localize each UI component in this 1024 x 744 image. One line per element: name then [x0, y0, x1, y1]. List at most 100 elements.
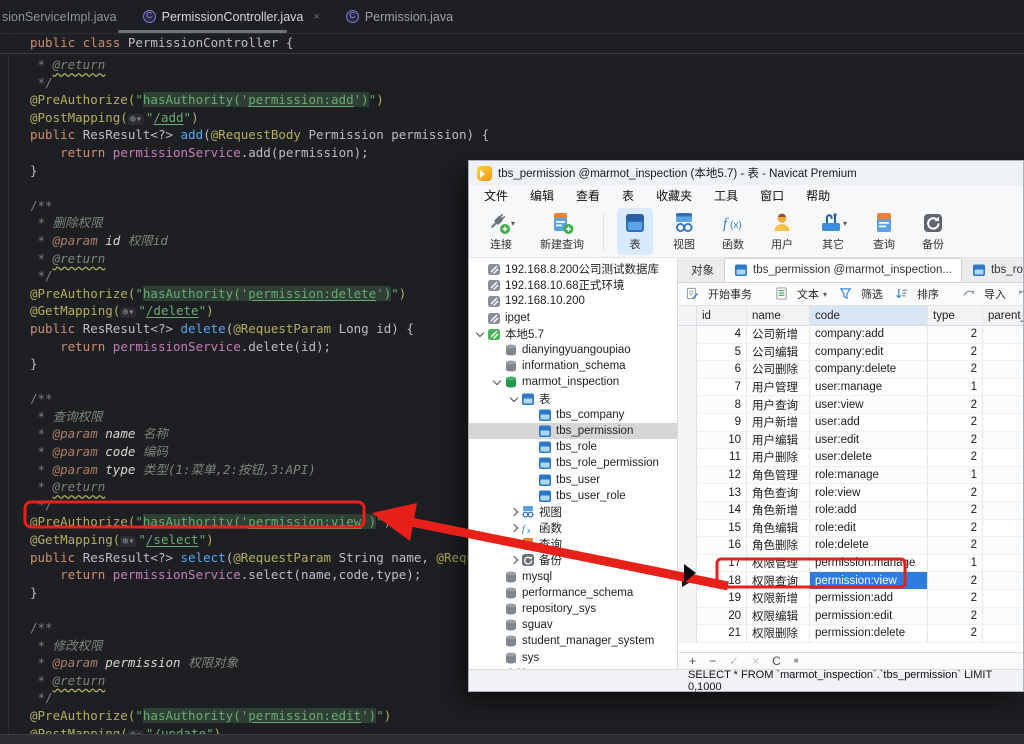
grid-cell[interactable]: 15 [697, 519, 747, 537]
chevron-right-icon[interactable] [509, 523, 519, 533]
code-link[interactable]: permission:delete [248, 285, 377, 301]
grid-cell[interactable]: 2 [928, 501, 983, 519]
toolbar-query-new[interactable]: 新建查询 [534, 208, 590, 255]
grid-cell[interactable]: 角色编辑 [747, 519, 810, 537]
table-row[interactable]: 12 角色管理 role:manage 1 [678, 466, 1023, 485]
ide-tab[interactable]: C Permission.java [333, 0, 466, 33]
grid-cell[interactable]: 12 [697, 466, 747, 484]
grid-cell[interactable]: 公司编辑 [747, 343, 810, 361]
ide-tab[interactable]: sionServiceImpl.java [0, 0, 130, 33]
grid-cell[interactable]: 18 [697, 572, 747, 589]
delete-record-icon[interactable]: − [709, 655, 716, 667]
menu-文件[interactable]: 文件 [473, 187, 519, 204]
grid-cell[interactable]: 用户新增 [747, 413, 810, 431]
grid-cell[interactable]: 角色查询 [747, 484, 810, 501]
tree-item-sys[interactable]: sys [469, 650, 677, 666]
tree-item-sguav[interactable]: sguav [469, 617, 677, 633]
grid-cell[interactable]: 用户管理 [747, 378, 810, 396]
tree-item-本地5.7[interactable]: 本地5.7 [469, 326, 677, 342]
toolbar-query[interactable]: 查询 [866, 208, 902, 255]
grid-cell[interactable]: permission:add [810, 589, 928, 607]
grid-cell[interactable]: 用户编辑 [747, 431, 810, 449]
grid-cell[interactable] [983, 520, 1023, 537]
tree-item-查询[interactable]: 查询 [469, 536, 677, 552]
close-icon[interactable]: × [313, 11, 319, 23]
table-row[interactable]: 15 角色编辑 role:edit 2 [678, 519, 1023, 538]
code-link[interactable]: /add [153, 110, 183, 125]
row-gutter[interactable] [678, 607, 697, 625]
grid-cell[interactable] [983, 326, 1023, 343]
grid-cell[interactable]: user:edit [810, 431, 928, 449]
menu-收藏夹[interactable]: 收藏夹 [645, 187, 703, 204]
grid-cell[interactable]: 11 [697, 449, 747, 466]
grid-cell[interactable] [983, 625, 1023, 642]
grid-cell[interactable]: 用户查询 [747, 396, 810, 413]
tree-item-tbs_company[interactable]: tbs_company [469, 407, 677, 423]
tree-item-information_schema[interactable]: information_schema [469, 358, 677, 374]
table-row[interactable]: 6 公司删除 company:delete 2 [678, 361, 1023, 379]
column-header-type[interactable]: type [928, 306, 983, 325]
grid-cell[interactable]: company:add [810, 326, 928, 343]
gridbar-text-doc[interactable]: 文本 ▾ [774, 286, 827, 302]
grid-cell[interactable]: 用户删除 [747, 449, 810, 466]
grid-cell[interactable] [983, 484, 1023, 501]
ide-tab[interactable]: C PermissionController.java × [130, 0, 333, 33]
row-gutter[interactable] [678, 554, 697, 572]
tab-scrollbar[interactable] [118, 30, 287, 33]
grid-cell[interactable]: user:manage [810, 378, 928, 396]
row-gutter[interactable] [678, 431, 697, 449]
grid-cell[interactable] [983, 449, 1023, 466]
tree-item-视图[interactable]: 视图 [469, 504, 677, 520]
navicat-title-bar[interactable]: tbs_permission @marmot_inspection (本地5.7… [469, 161, 1023, 185]
grid-cell[interactable]: 8 [697, 396, 747, 413]
tree-item-tbs_permission[interactable]: tbs_permission [469, 422, 677, 440]
row-gutter[interactable] [678, 466, 697, 484]
table-row[interactable]: 7 用户管理 user:manage 1 [678, 378, 1023, 397]
row-gutter[interactable] [678, 378, 697, 396]
grid-cell[interactable]: 1 [928, 466, 983, 484]
tree-item-192.168.8.200公司测试数据库[interactable]: 192.168.8.200公司测试数据库 [469, 261, 677, 277]
grid-cell[interactable]: 2 [928, 625, 983, 642]
table-row[interactable]: 13 角色查询 role:view 2 [678, 484, 1023, 502]
chevron-down-icon[interactable] [475, 329, 485, 339]
grid-cell[interactable]: 权限新增 [747, 589, 810, 607]
tree-item-192.168.10.68正式环境[interactable]: 192.168.10.68正式环境 [469, 277, 677, 293]
grid-cell[interactable]: 2 [928, 449, 983, 466]
row-gutter[interactable] [678, 519, 697, 537]
table-row[interactable]: 17 权限管理 permission:manage 1 [678, 554, 1023, 573]
grid-cell[interactable] [983, 572, 1023, 589]
menu-编辑[interactable]: 编辑 [519, 187, 565, 204]
grid-cell[interactable]: company:edit [810, 343, 928, 361]
row-gutter[interactable] [678, 501, 697, 519]
row-gutter[interactable] [678, 449, 697, 466]
row-gutter[interactable] [678, 326, 697, 343]
grid-cell[interactable]: 2 [928, 589, 983, 607]
column-header-parent_i[interactable]: parent_i [983, 306, 1023, 325]
grid-cell[interactable] [983, 379, 1023, 396]
table-row[interactable]: 20 权限编辑 permission:edit 2 [678, 607, 1023, 626]
row-gutter[interactable] [678, 537, 697, 554]
grid-cell[interactable]: 角色新增 [747, 501, 810, 519]
object-tab[interactable]: tbs_permission @marmot_inspection... [724, 258, 962, 282]
grid-cell[interactable]: 19 [697, 589, 747, 607]
add-record-icon[interactable]: + [689, 655, 696, 667]
grid-cell[interactable]: 权限编辑 [747, 607, 810, 625]
grid-cell[interactable]: role:manage [810, 466, 928, 484]
grid-cell[interactable]: 权限查询 [747, 572, 810, 589]
tree-item-tbs_role[interactable]: tbs_role [469, 439, 677, 455]
chevron-right-icon[interactable] [509, 507, 519, 517]
gridbar-transaction[interactable]: 开始事务 [685, 286, 752, 302]
table-row[interactable]: 16 角色删除 role:delete 2 [678, 537, 1023, 555]
grid-cell[interactable]: role:add [810, 501, 928, 519]
code-link[interactable]: permission:view [248, 514, 362, 530]
tree-item-备份[interactable]: 备份 [469, 552, 677, 568]
grid-cell[interactable] [983, 537, 1023, 554]
table-row[interactable]: 10 用户编辑 user:edit 2 [678, 431, 1023, 450]
grid-cell[interactable]: 7 [697, 378, 747, 396]
gridbar-export[interactable]: 导出 [1017, 286, 1023, 302]
row-gutter[interactable] [678, 625, 697, 642]
toolbar-backup[interactable]: 备份 [915, 208, 951, 255]
grid-cell[interactable]: 角色管理 [747, 466, 810, 484]
grid-cell[interactable]: user:add [810, 413, 928, 431]
grid-cell[interactable] [983, 414, 1023, 431]
